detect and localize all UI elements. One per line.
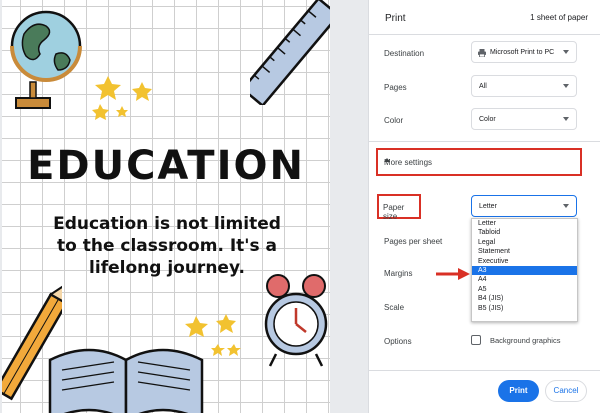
pages-select[interactable]: All [471,75,577,97]
paper-size-option[interactable]: A4 [472,275,577,284]
cancel-button[interactable]: Cancel [545,380,587,402]
paper-size-label: Paper size [383,203,405,221]
chevron-up-icon [384,158,390,162]
margins-label: Margins [384,269,413,278]
paper-size-option-highlighted[interactable]: A3 [472,265,577,276]
pages-per-sheet-label: Pages per sheet [384,237,443,246]
paper-size-option[interactable]: B4 (JIS) [472,294,577,303]
more-settings-label: More settings [384,158,433,167]
pages-value: All [479,83,487,90]
print-title: Print [385,13,406,24]
print-preview-area: EDUCATION Education is not limited to th… [0,0,368,413]
poster-body-line: Education is not limited [53,214,281,234]
paper-size-value: Letter [479,203,497,210]
scale-label: Scale [384,303,405,312]
pages-label: Pages [384,83,407,92]
section-divider [368,141,600,142]
red-arrow-annotation [436,268,470,280]
color-value: Color [479,116,496,123]
ruler-illustration [250,0,330,105]
color-select[interactable]: Color [471,108,577,130]
destination-label: Destination [384,49,425,58]
chevron-down-icon [563,117,569,121]
poster-body-line: to the classroom. It's a [56,236,277,256]
color-label: Color [384,116,404,125]
header-divider [369,34,600,35]
print-button[interactable]: Print [498,380,539,402]
paper-size-option[interactable]: A5 [472,285,577,294]
paper-size-option[interactable]: Executive [472,257,577,266]
chevron-down-icon [563,204,569,208]
chevron-down-icon [563,84,569,88]
paper-size-option[interactable]: Statement [472,247,577,256]
destination-value: Microsoft Print to PC [490,49,555,56]
destination-select[interactable]: Microsoft Print to PC [471,41,577,63]
paper-size-select[interactable]: Letter [471,195,577,217]
print-dialog: EDUCATION Education is not limited to th… [0,0,600,413]
background-graphics-checkbox[interactable] [471,335,481,345]
stars-decoration-top [92,76,152,120]
background-graphics-label: Background graphics [490,336,561,345]
poster-title: EDUCATION [27,143,305,189]
poster-body: Education is not limited to the classroo… [42,213,292,279]
stars-decoration-bottom [185,314,241,356]
printer-icon [478,49,486,57]
preview-page: EDUCATION Education is not limited to th… [2,0,330,413]
more-settings-toggle[interactable]: More settings [376,148,582,176]
poster-body-line: lifelong journey. [89,258,245,278]
paper-size-option[interactable]: B5 (JIS) [472,304,577,313]
chevron-down-icon [563,50,569,54]
globe-illustration [10,10,82,109]
paper-size-label-box: Paper size [377,194,421,221]
paper-size-option[interactable]: Letter [472,219,577,228]
paper-size-dropdown: Letter Tabloid Legal Statement Executive… [471,218,578,322]
sheet-count: 1 sheet of paper [530,13,588,22]
paper-size-option[interactable]: Tabloid [472,228,577,237]
paper-size-option[interactable]: Legal [472,238,577,247]
options-label: Options [384,337,412,346]
footer-divider [368,370,600,371]
alarm-clock-illustration [264,274,328,367]
